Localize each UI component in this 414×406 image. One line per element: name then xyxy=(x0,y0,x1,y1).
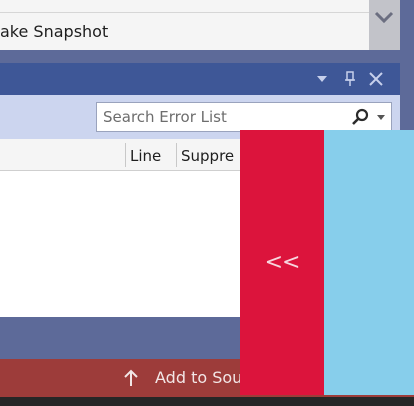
window-frame xyxy=(400,0,414,50)
column-divider[interactable] xyxy=(176,143,177,167)
window-frame xyxy=(400,50,414,130)
side-panel xyxy=(324,130,414,395)
column-divider[interactable] xyxy=(125,143,126,167)
search-input[interactable] xyxy=(103,107,333,127)
collapse-panel-button[interactable]: << xyxy=(240,130,324,395)
search-options-dropdown-icon[interactable] xyxy=(377,115,385,120)
close-icon[interactable] xyxy=(368,71,384,87)
take-snapshot-item[interactable]: ake Snapshot xyxy=(0,22,108,41)
double-chevron-left-icon: << xyxy=(264,250,301,275)
add-to-source-label: Add to Sou xyxy=(155,368,243,387)
chevron-down-icon[interactable] xyxy=(374,8,394,26)
column-header-suppression[interactable]: Suppre xyxy=(181,147,234,165)
tool-window-header xyxy=(0,63,400,95)
column-header-line[interactable]: Line xyxy=(130,147,161,165)
pin-icon[interactable] xyxy=(344,71,356,87)
search-icon[interactable] xyxy=(351,108,369,126)
window-bottom-edge xyxy=(0,397,414,406)
dropdown-divider xyxy=(0,12,369,13)
search-box[interactable] xyxy=(96,102,392,132)
dropdown-arrow-icon[interactable] xyxy=(316,75,328,83)
arrow-up-icon xyxy=(124,369,138,386)
